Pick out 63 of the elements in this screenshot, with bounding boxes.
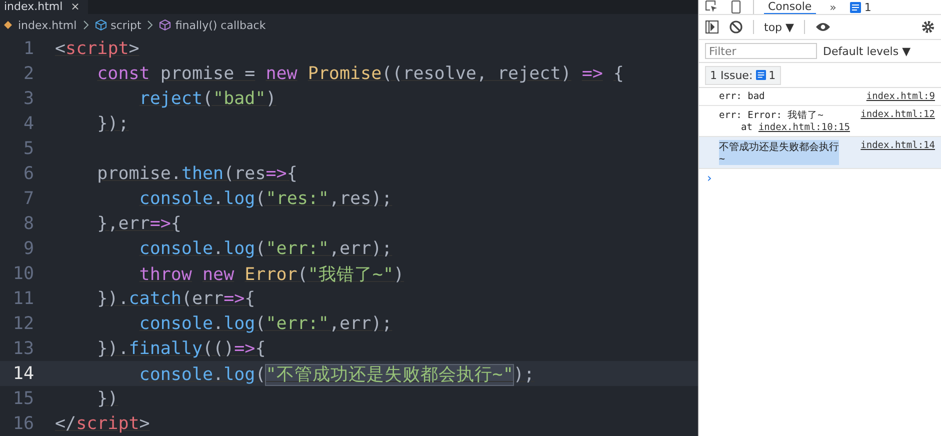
settings-icon[interactable]	[921, 20, 935, 34]
line-number: 12	[12, 314, 34, 334]
code-line: }).finally(()=>{	[97, 338, 266, 358]
device-icon[interactable]	[729, 0, 743, 14]
code-line: throw new Error("我错了~")	[139, 264, 404, 286]
source-link[interactable]: index.html:9	[866, 91, 935, 102]
line-number: 9	[22, 238, 34, 258]
file-tab[interactable]: index.html ×	[0, 0, 88, 14]
message-text: err: bad	[719, 91, 765, 102]
code-line: });	[97, 114, 129, 134]
line-number: 16	[12, 414, 34, 434]
line-number: 5	[22, 138, 34, 158]
file-icon	[2, 19, 14, 31]
line-number: 1	[22, 38, 34, 58]
line-number: 13	[12, 338, 34, 358]
line-number: 2	[22, 64, 34, 84]
line-number: 11	[12, 288, 34, 308]
line-number: 10	[12, 264, 34, 284]
source-link[interactable]: index.html:12	[860, 109, 935, 122]
line-number: 6	[22, 164, 34, 184]
levels-dropdown[interactable]: Default levels ▼	[823, 44, 911, 58]
code-line: }).catch(err=>{	[97, 288, 256, 308]
code-line: promise.then(res=>{	[97, 164, 298, 184]
trace-link[interactable]: index.html:10:15	[758, 122, 850, 133]
close-icon[interactable]: ×	[70, 0, 80, 14]
cube-icon	[94, 19, 107, 31]
message-text: 不管成功还是失败都会执行 ~	[719, 140, 839, 165]
devtools-tab[interactable]: Console	[764, 0, 816, 14]
code-line: reject("bad")	[139, 88, 276, 108]
breadcrumb-item[interactable]: index.html	[18, 18, 77, 32]
code-line: console.log("err:",err);	[139, 238, 392, 258]
line-number: 7	[22, 188, 34, 208]
breadcrumb-item[interactable]: script	[110, 18, 142, 32]
devtools-tab[interactable]: »	[826, 0, 840, 14]
issues-button[interactable]: 1 Issue: 1	[705, 66, 781, 84]
context-dropdown[interactable]: top ▼	[764, 20, 794, 34]
message-text: err: Error: 我错了~	[719, 109, 824, 122]
eye-icon[interactable]	[814, 21, 831, 33]
line-number: 3	[22, 88, 34, 108]
code-line: const promise = new Promise((resolve, reject) => {	[97, 64, 624, 84]
clear-icon[interactable]	[729, 20, 743, 34]
chevron-icon	[147, 20, 154, 30]
cube-icon	[159, 19, 172, 31]
sidebar-icon[interactable]	[705, 20, 719, 34]
code-line: })	[97, 388, 118, 408]
line-number: 8	[22, 214, 34, 234]
code-line: console.log("err:",err);	[139, 314, 392, 334]
code-line: </script>	[55, 414, 150, 434]
message-icon	[756, 70, 766, 80]
chevron-icon	[82, 20, 89, 30]
code-line: console.log("res:",res);	[139, 188, 392, 208]
line-number: 15	[12, 388, 34, 408]
code-line: },err=>{	[97, 214, 182, 234]
code-line: <script>	[55, 38, 140, 58]
issue-count: 1	[864, 0, 872, 14]
filter-field[interactable]: Filter	[705, 43, 817, 59]
breadcrumb-item[interactable]: finally() callback	[175, 18, 266, 32]
source-link[interactable]: index.html:14	[860, 140, 935, 165]
line-number: 4	[22, 114, 34, 134]
trace-label: at	[741, 122, 752, 133]
line-number: 14	[12, 364, 34, 384]
inspect-icon[interactable]	[705, 0, 719, 14]
console-prompt[interactable]: ›	[699, 169, 720, 187]
